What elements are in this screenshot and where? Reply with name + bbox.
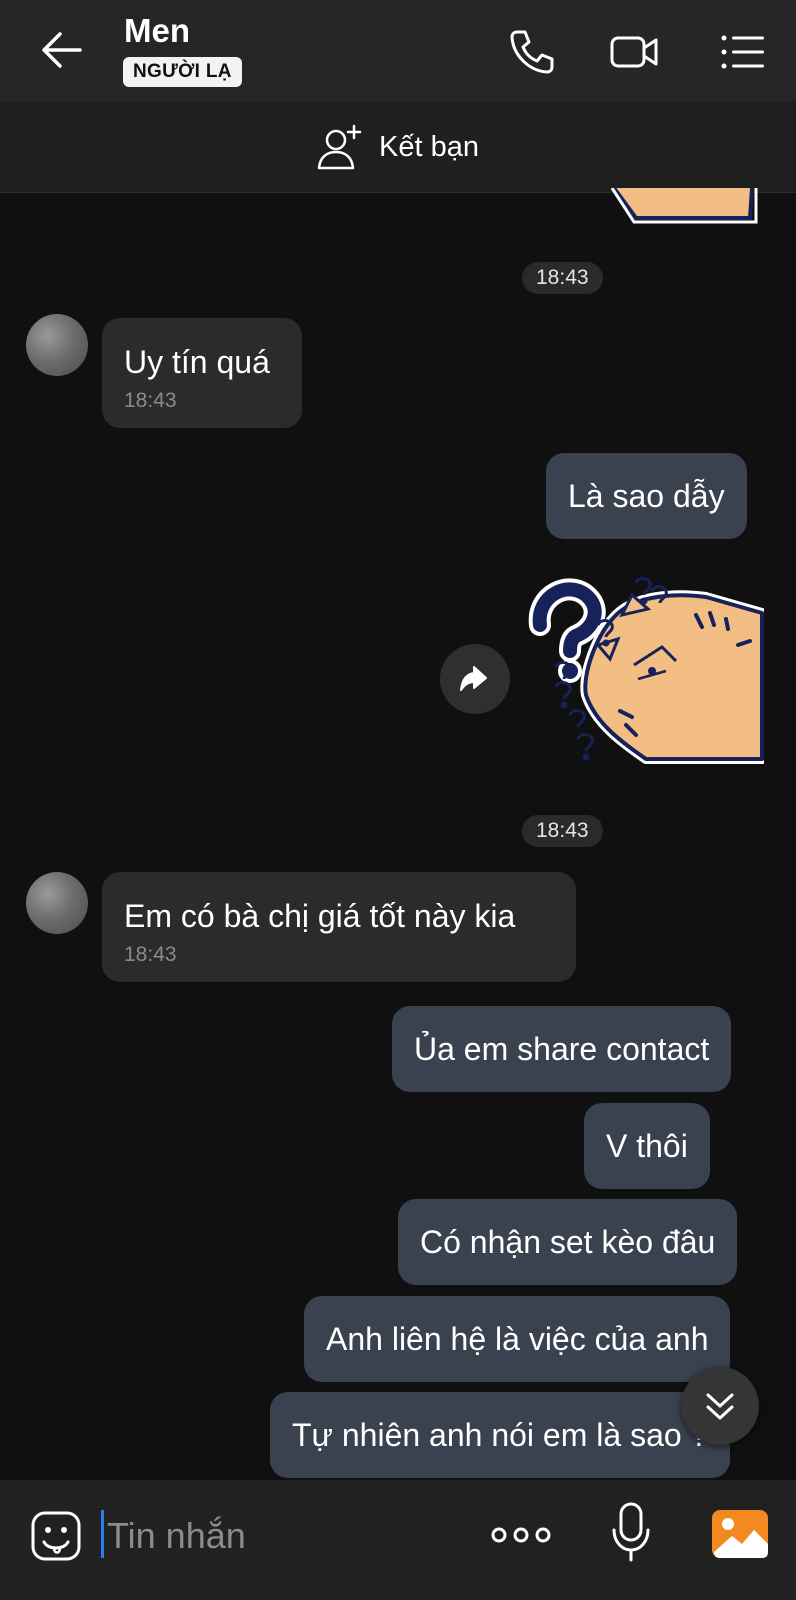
contact-name[interactable]: Men [124,12,190,50]
message-time: 18:43 [124,943,177,966]
back-arrow-icon[interactable] [38,28,86,72]
timestamp-pill: 18:43 [522,262,603,294]
forward-share-button[interactable] [440,644,510,714]
phone-icon[interactable] [503,24,559,80]
emoji-icon[interactable] [28,1508,84,1564]
microphone-icon[interactable] [608,1500,654,1566]
outgoing-message[interactable]: Là sao dẫy [546,453,747,539]
message-input[interactable] [107,1512,447,1560]
message-text: Uy tín quá [124,344,270,380]
outgoing-message[interactable]: Có nhận set kèo đâu [398,1199,738,1285]
add-friend-icon[interactable] [316,122,368,172]
timestamp-pill: 18:43 [522,815,603,847]
add-friend-label[interactable]: Kết bạn [379,131,479,164]
sticker-partial[interactable] [610,188,760,224]
gallery-icon[interactable] [710,1506,772,1562]
avatar[interactable] [26,314,88,376]
more-dots-icon[interactable] [489,1518,553,1552]
stranger-badge: NGƯỜI LẠ [123,57,242,87]
outgoing-message[interactable]: Tự nhiên anh nói em là sao ? [270,1392,731,1478]
outgoing-message[interactable]: Ủa em share contact [392,1006,732,1092]
video-call-icon[interactable] [606,24,662,80]
incoming-message[interactable]: Uy tín quá 18:43 [102,318,302,428]
text-cursor [101,1510,104,1558]
outgoing-message[interactable]: V thôi [584,1103,710,1189]
avatar[interactable] [26,872,88,934]
question-cat-sticker[interactable] [526,575,767,779]
scroll-to-bottom-button[interactable] [681,1367,759,1445]
message-time: 18:43 [124,389,177,412]
chat-header [0,0,796,102]
outgoing-message[interactable]: Anh liên hệ là việc của anh [304,1296,731,1382]
incoming-message[interactable]: Em có bà chị giá tốt này kia 18:43 [102,872,576,982]
message-text: Em có bà chị giá tốt này kia [124,898,516,934]
menu-list-icon[interactable] [716,24,772,80]
